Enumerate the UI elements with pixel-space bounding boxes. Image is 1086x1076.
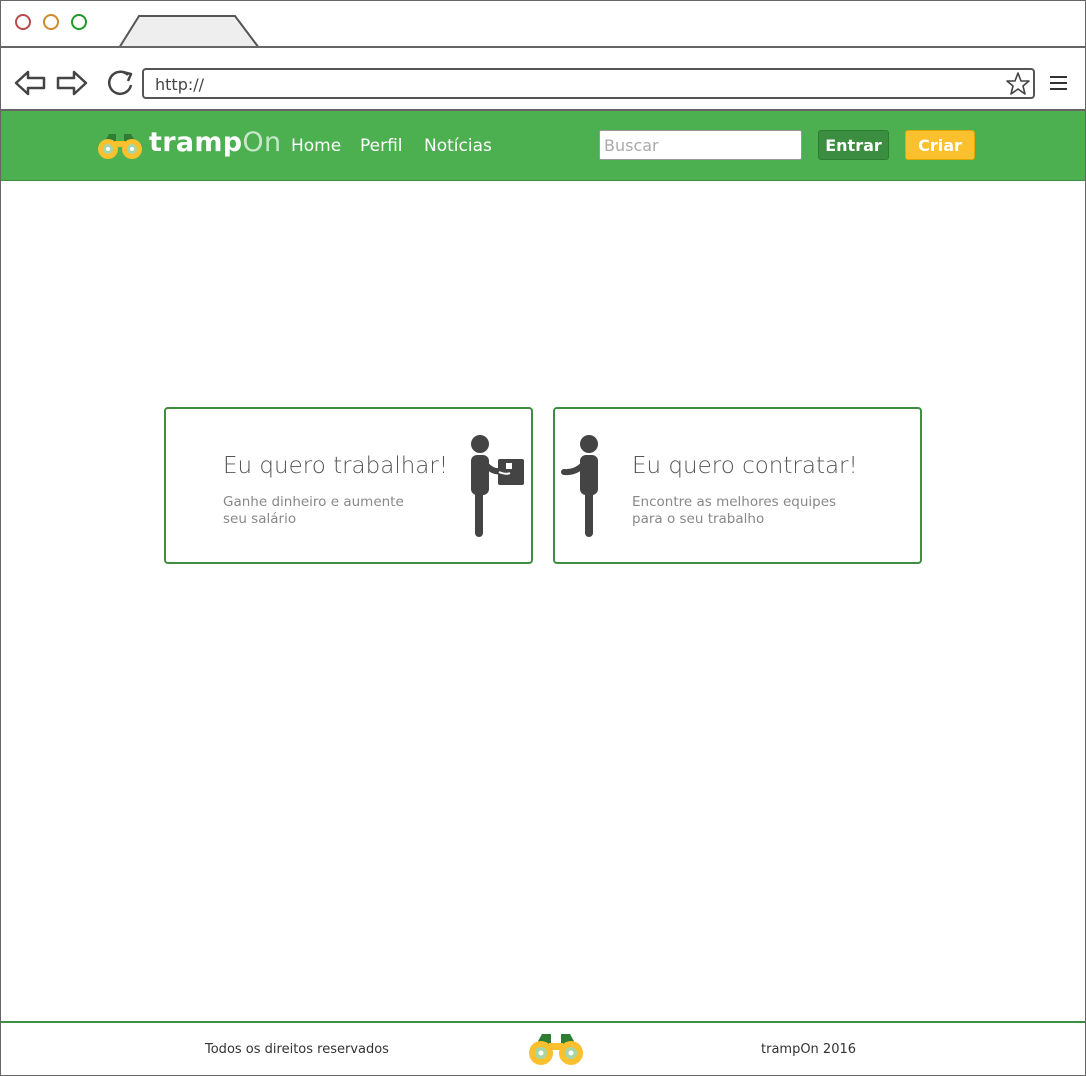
- worker-with-box-icon: [471, 435, 524, 537]
- close-window-button[interactable]: [15, 14, 31, 30]
- hire-card[interactable]: Eu quero contratar! Encontre as melhores…: [553, 407, 922, 564]
- reload-icon[interactable]: [103, 67, 137, 99]
- hire-card-subtitle: Encontre as melhores equipes para o seu …: [632, 494, 842, 528]
- hire-card-title: Eu quero contratar!: [632, 453, 858, 479]
- work-card-subtitle: Ganhe dinheiro e aumente seu salário: [223, 494, 433, 528]
- footer-rights: Todos os direitos reservados: [205, 1042, 389, 1057]
- minimize-window-button[interactable]: [43, 14, 59, 30]
- browser-tab[interactable]: [117, 14, 263, 48]
- bookmark-star-icon[interactable]: [1005, 71, 1031, 97]
- url-text: http://: [155, 75, 205, 94]
- menu-icon[interactable]: [1049, 75, 1069, 91]
- footer-copyright: trampOn 2016: [761, 1042, 857, 1057]
- browser-toolbar: http://: [1, 48, 1085, 110]
- work-card[interactable]: Eu quero trabalhar! Ganhe dinheiro e aum…: [164, 407, 533, 564]
- work-card-subtitle-line1: Ganhe dinheiro e aumente: [223, 494, 404, 510]
- maximize-window-button[interactable]: [71, 14, 87, 30]
- browser-window: http:// trampOn Home Perfil Notícias Bus…: [0, 0, 1086, 1076]
- criar-button[interactable]: Criar: [905, 130, 975, 160]
- work-card-subtitle-line2: seu salário: [223, 511, 297, 527]
- nav-perfil-link[interactable]: Perfil: [360, 136, 403, 156]
- brand-main: tramp: [149, 127, 243, 158]
- hire-card-subtitle-line1: Encontre as melhores equipes: [632, 494, 837, 510]
- entrar-button[interactable]: Entrar: [818, 130, 889, 160]
- hire-card-subtitle-line2: para o seu trabalho: [632, 511, 765, 527]
- nav-noticias-link[interactable]: Notícias: [424, 136, 492, 156]
- site-header: trampOn Home Perfil Notícias Entrar Cria…: [1, 111, 1085, 181]
- footer-binoculars-logo-icon: [529, 1034, 583, 1065]
- work-card-title: Eu quero trabalhar!: [223, 453, 449, 479]
- binoculars-logo-icon[interactable]: [97, 131, 143, 161]
- brand-accent: On: [242, 127, 282, 158]
- site-footer: Todos os direitos reservados trampOn 201…: [1, 1023, 1085, 1075]
- forward-arrow-icon[interactable]: [55, 68, 89, 98]
- back-arrow-icon[interactable]: [13, 68, 47, 98]
- nav-home-link[interactable]: Home: [291, 136, 341, 156]
- brand-name[interactable]: trampOn: [149, 127, 281, 158]
- address-bar[interactable]: http://: [142, 68, 1035, 99]
- title-bar: [1, 1, 1085, 48]
- search-input[interactable]: [599, 130, 802, 160]
- employer-reaching-icon: [561, 435, 598, 537]
